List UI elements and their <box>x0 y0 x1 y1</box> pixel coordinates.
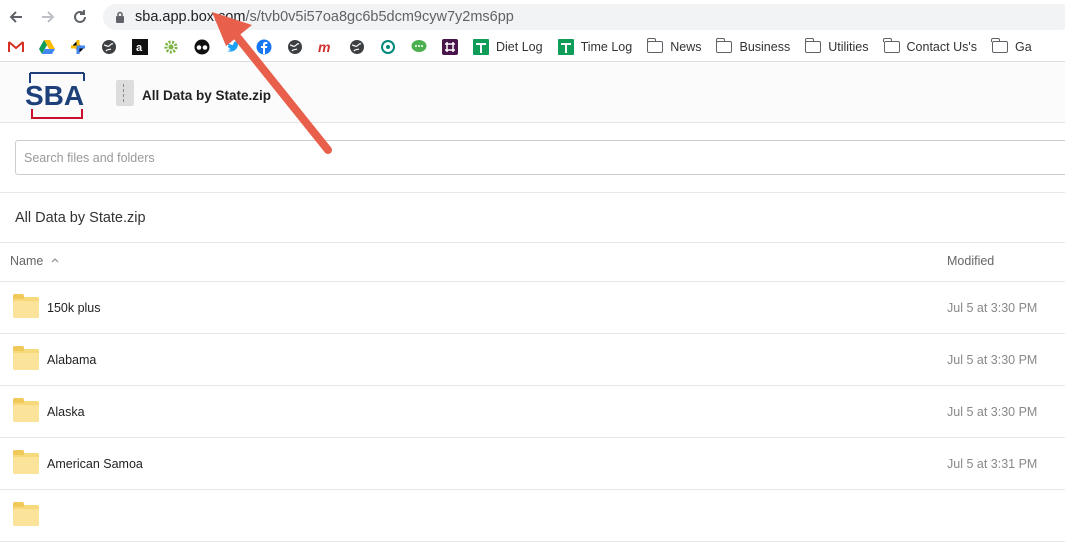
modified-date: Jul 5 at 3:30 PM <box>947 353 1038 367</box>
reload-icon <box>74 9 86 23</box>
divider <box>0 242 1065 243</box>
folder-name-link[interactable]: American Samoa <box>47 457 143 471</box>
tripadvisor-icon <box>194 39 210 55</box>
sheets-icon <box>473 39 489 55</box>
twitter-icon <box>225 39 241 55</box>
svg-text:m: m <box>318 39 330 55</box>
url-path: /s/tvb0v5i57oa8gc6b5dcm9cyw7y2ms6pp <box>245 9 514 25</box>
column-header-modified[interactable]: Modified <box>947 254 994 268</box>
bookmark-item[interactable] <box>194 35 210 59</box>
browser-toolbar: sba.app.box.com/s/tvb0v5i57oa8gc6b5dcm9c… <box>0 0 1065 33</box>
folder-icon <box>13 294 39 318</box>
folder-icon <box>13 450 39 474</box>
bookmark-label: Ga <box>1014 40 1032 54</box>
reload-button[interactable] <box>64 1 96 33</box>
modified-date: Jul 5 at 3:30 PM <box>947 301 1038 315</box>
bookmark-item[interactable]: Business <box>715 35 791 59</box>
m-icon: m <box>318 39 334 55</box>
globe-icon <box>287 39 303 55</box>
bookmark-item[interactable] <box>256 35 272 59</box>
bookmark-item[interactable]: Contact Us's <box>883 35 977 59</box>
gmail-icon <box>8 39 24 55</box>
forward-button[interactable] <box>32 1 64 33</box>
chat-icon <box>411 39 427 55</box>
svg-text:a: a <box>136 42 143 54</box>
bookmark-item[interactable] <box>8 35 24 59</box>
folder-icon <box>13 346 39 370</box>
back-button[interactable] <box>0 1 32 33</box>
folder-icon <box>715 38 733 55</box>
folder-name-link[interactable]: Alabama <box>47 353 96 367</box>
folder-icon <box>13 502 39 526</box>
bookmark-item[interactable]: News <box>646 35 702 59</box>
globe-icon <box>101 39 117 55</box>
folder-icon <box>13 398 39 422</box>
facebook-icon <box>256 39 272 55</box>
globe-icon <box>349 39 365 55</box>
folder-name-link[interactable]: 150k plus <box>47 301 101 315</box>
file-row[interactable]: Alabama Jul 5 at 3:30 PM <box>0 334 1065 386</box>
search-bar <box>0 123 1065 193</box>
bookmark-item[interactable] <box>163 35 179 59</box>
bookmark-item[interactable] <box>225 35 241 59</box>
bookmark-item[interactable] <box>101 35 117 59</box>
modified-date: Jul 5 at 3:31 PM <box>947 457 1038 471</box>
folder-icon <box>883 38 900 55</box>
gear-icon <box>163 39 179 55</box>
file-row[interactable]: 150k plus Jul 5 at 3:30 PM <box>0 282 1065 334</box>
column-name-label: Name <box>10 254 44 268</box>
forward-arrow-icon <box>42 10 55 23</box>
folder-name-link[interactable]: Alaska <box>47 405 85 419</box>
google-drive-icon <box>39 39 55 55</box>
modified-date: Jul 5 at 3:30 PM <box>947 405 1038 419</box>
url-host: sba.app.box.com <box>135 9 246 25</box>
bookmark-label: Time Log <box>580 40 633 54</box>
sba-logo: SBA <box>25 72 85 119</box>
file-row[interactable]: American Samoa Jul 5 at 3:31 PM <box>0 438 1065 490</box>
folder-icon <box>991 38 1008 55</box>
sheets-icon <box>557 39 574 55</box>
amazon-icon: a <box>132 39 148 55</box>
zip-file-icon <box>116 80 134 106</box>
bookmarks-bar: a m Diet Log Time Log News Business Utilities C… <box>0 33 1065 62</box>
bookmark-label: Diet Log <box>496 40 543 54</box>
lock-icon <box>116 11 124 23</box>
teal-icon <box>380 39 396 55</box>
address-bar[interactable]: sba.app.box.com/s/tvb0v5i57oa8gc6b5dcm9c… <box>103 4 1065 30</box>
bookmark-item[interactable]: Diet Log <box>473 35 543 59</box>
header-file-name: All Data by State.zip <box>142 88 272 103</box>
file-list: 150k plus Jul 5 at 3:30 PM Alabama Jul 5 at… <box>0 282 1065 542</box>
search-input[interactable] <box>15 140 1065 175</box>
bookmark-item[interactable]: m <box>318 35 334 59</box>
file-row[interactable] <box>0 490 1065 542</box>
column-header-name[interactable]: Name <box>10 254 59 268</box>
bookmark-item[interactable]: a <box>132 35 148 59</box>
bookmark-label: Utilities <box>828 40 869 54</box>
slack-icon <box>442 39 458 55</box>
bookmark-item[interactable] <box>380 35 396 59</box>
app-header: SBA All Data by State.zip <box>0 62 1065 123</box>
bookmark-item[interactable]: Utilities <box>804 35 869 59</box>
file-row[interactable]: Alaska Jul 5 at 3:30 PM <box>0 386 1065 438</box>
bookmark-label: Business <box>739 40 791 54</box>
sort-ascending-icon <box>51 258 59 263</box>
bookmark-item[interactable]: Time Log <box>557 35 633 59</box>
folder-icon <box>804 38 822 55</box>
bookmark-item[interactable] <box>349 35 365 59</box>
breadcrumb: All Data by State.zip <box>15 210 146 226</box>
folder-icon <box>646 38 664 55</box>
bookmark-item[interactable] <box>287 35 303 59</box>
bookmark-item[interactable] <box>70 35 86 59</box>
bookmark-item[interactable] <box>39 35 55 59</box>
bookmark-item[interactable] <box>411 35 427 59</box>
bookmark-label: Contact Us's <box>906 40 977 54</box>
svg-text:SBA: SBA <box>25 80 84 111</box>
bookmark-label: News <box>670 40 702 54</box>
back-arrow-icon <box>9 10 22 23</box>
bookmark-item[interactable]: Ga <box>991 35 1032 59</box>
google-photos-icon <box>70 39 86 55</box>
bookmark-item[interactable] <box>442 35 458 59</box>
